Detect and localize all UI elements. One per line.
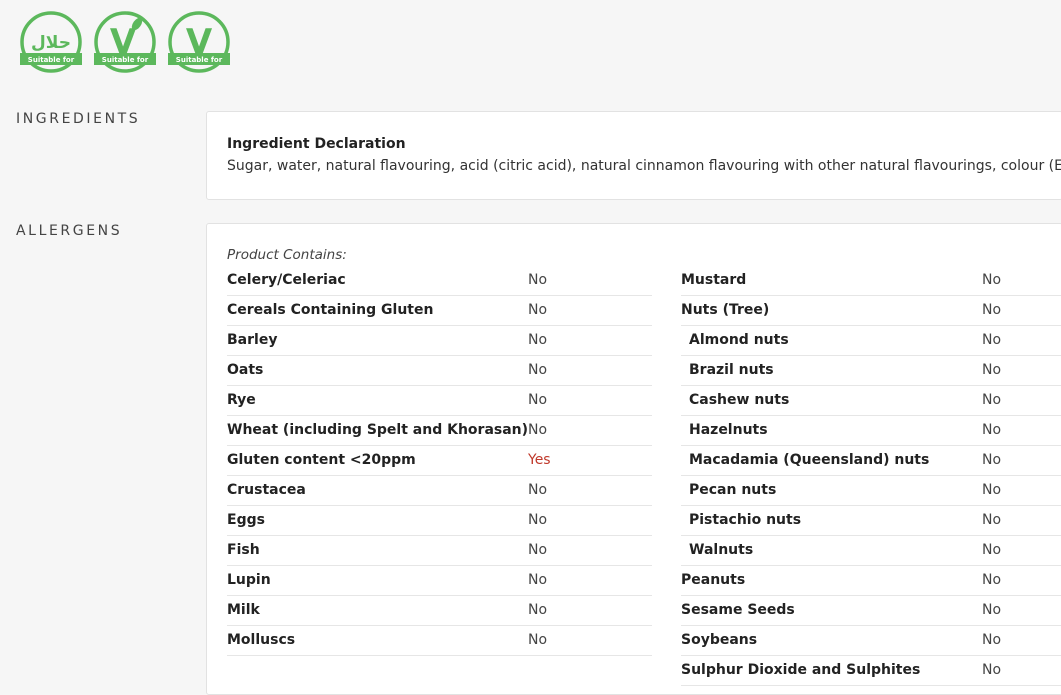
allergen-row: Sulphur Dioxide and Sulphites No [681,656,1061,686]
allergen-value: No [528,572,548,588]
allergen-value: No [982,362,1002,378]
allergen-value: No [982,332,1002,348]
allergen-value: No [528,632,548,648]
allergen-row: Mustard No [681,266,1061,296]
allergen-value: No [528,302,548,318]
allergen-row: Oats No [227,356,652,386]
badge-caption: Suitable for [176,56,223,64]
allergen-value: No [982,602,1002,618]
ingredients-card: Ingredient Declaration Sugar, water, nat… [206,111,1061,200]
badge-caption: Suitable for [102,56,149,64]
allergen-row: Pecan nuts No [681,476,1061,506]
allergen-row: Barley No [227,326,652,356]
allergen-name: Cashew nuts [689,392,790,408]
allergen-value: No [528,362,548,378]
halal-icon: حلال Suitable for [20,11,82,73]
allergen-row: Soybeans No [681,626,1061,656]
allergen-row: Milk No [227,596,652,626]
allergen-name: Wheat (including Spelt and Khorasan) [227,422,529,438]
allergen-name: Hazelnuts [689,422,768,438]
allergen-value: No [528,392,548,408]
allergen-name: Cereals Containing Gluten [227,302,434,318]
allergen-value: No [528,332,548,348]
allergen-row: Cashew nuts No [681,386,1061,416]
allergen-name: Gluten content <20ppm [227,452,416,468]
allergen-row: Brazil nuts No [681,356,1061,386]
allergen-name: Celery/Celeriac [227,272,346,288]
ingredient-declaration-text: Sugar, water, natural flavouring, acid (… [227,158,1061,174]
allergen-value: No [982,662,1002,678]
allergen-row: Macadamia (Queensland) nuts No [681,446,1061,476]
allergen-name: Pistachio nuts [689,512,802,528]
allergen-row: Walnuts No [681,536,1061,566]
allergen-row: Celery/Celeriac No [227,266,652,296]
allergen-row: Cereals Containing Gluten No [227,296,652,326]
allergen-row: Wheat (including Spelt and Khorasan) No [227,416,652,446]
allergen-value: No [528,422,548,438]
allergen-name: Milk [227,602,260,618]
allergen-value: No [528,542,548,558]
allergen-name: Crustacea [227,482,306,498]
allergen-name: Molluscs [227,632,296,648]
allergen-row: Pistachio nuts No [681,506,1061,536]
allergen-value: No [982,482,1002,498]
vegetarian-icon: V Suitable for [94,11,156,73]
allergen-value: No [982,422,1002,438]
allergen-value: No [982,272,1002,288]
allergen-row: Crustacea No [227,476,652,506]
allergen-name: Sulphur Dioxide and Sulphites [681,662,921,678]
allergen-row: Eggs No [227,506,652,536]
allergen-row: Sesame Seeds No [681,596,1061,626]
allergen-name: Sesame Seeds [681,602,795,618]
allergen-name: Nuts (Tree) [681,302,770,318]
allergen-row: Hazelnuts No [681,416,1061,446]
allergen-name: Walnuts [689,542,754,558]
allergen-value: No [982,512,1002,528]
allergen-name: Oats [227,362,264,378]
allergen-row: Lupin No [227,566,652,596]
allergen-value: No [982,392,1002,408]
allergen-value: No [528,482,548,498]
allergen-name: Eggs [227,512,265,528]
allergen-value: No [528,602,548,618]
ingredients-section-label: INGREDIENTS [16,111,141,127]
ingredient-declaration-title: Ingredient Declaration [227,136,406,152]
allergen-value: No [982,302,1002,318]
allergen-name: Fish [227,542,260,558]
allergen-row: Gluten content <20ppm Yes [227,446,652,476]
allergens-card: Product Contains: Celery/Celeriac No Cerea… [206,223,1061,695]
allergen-value: No [528,272,548,288]
allergen-value: No [982,542,1002,558]
allergen-row: Molluscs No [227,626,652,656]
allergen-name: Pecan nuts [689,482,777,498]
vegan-icon: V Suitable for [168,11,230,73]
allergen-value: No [528,512,548,528]
allergens-section-label: ALLERGENS [16,223,123,239]
allergen-list-left: Celery/Celeriac No Cereals Containing Glut… [227,266,652,656]
allergen-value: Yes [528,452,551,468]
allergen-value: No [982,632,1002,648]
dietary-badges: حلال Suitable for V Suitable for V Suita… [18,11,232,77]
allergen-row: Fish No [227,536,652,566]
allergen-name: Rye [227,392,256,408]
halal-symbol: حلال [31,33,71,53]
badge-caption: Suitable for [28,56,75,64]
allergen-name: Peanuts [681,572,746,588]
allergen-name: Brazil nuts [689,362,774,378]
allergen-name: Almond nuts [689,332,789,348]
allergen-row: Nuts (Tree) No [681,296,1061,326]
allergen-name: Soybeans [681,632,758,648]
allergen-value: No [982,572,1002,588]
allergen-name: Mustard [681,272,747,288]
allergen-row: Rye No [227,386,652,416]
product-contains-label: Product Contains: [227,247,347,263]
allergen-value: No [982,452,1002,468]
allergen-name: Macadamia (Queensland) nuts [689,452,930,468]
allergen-row: Almond nuts No [681,326,1061,356]
allergen-name: Barley [227,332,278,348]
allergen-name: Lupin [227,572,271,588]
allergen-row: Peanuts No [681,566,1061,596]
allergen-list-right: Mustard No Nuts (Tree) No Almond nuts No Brazi… [681,266,1061,686]
